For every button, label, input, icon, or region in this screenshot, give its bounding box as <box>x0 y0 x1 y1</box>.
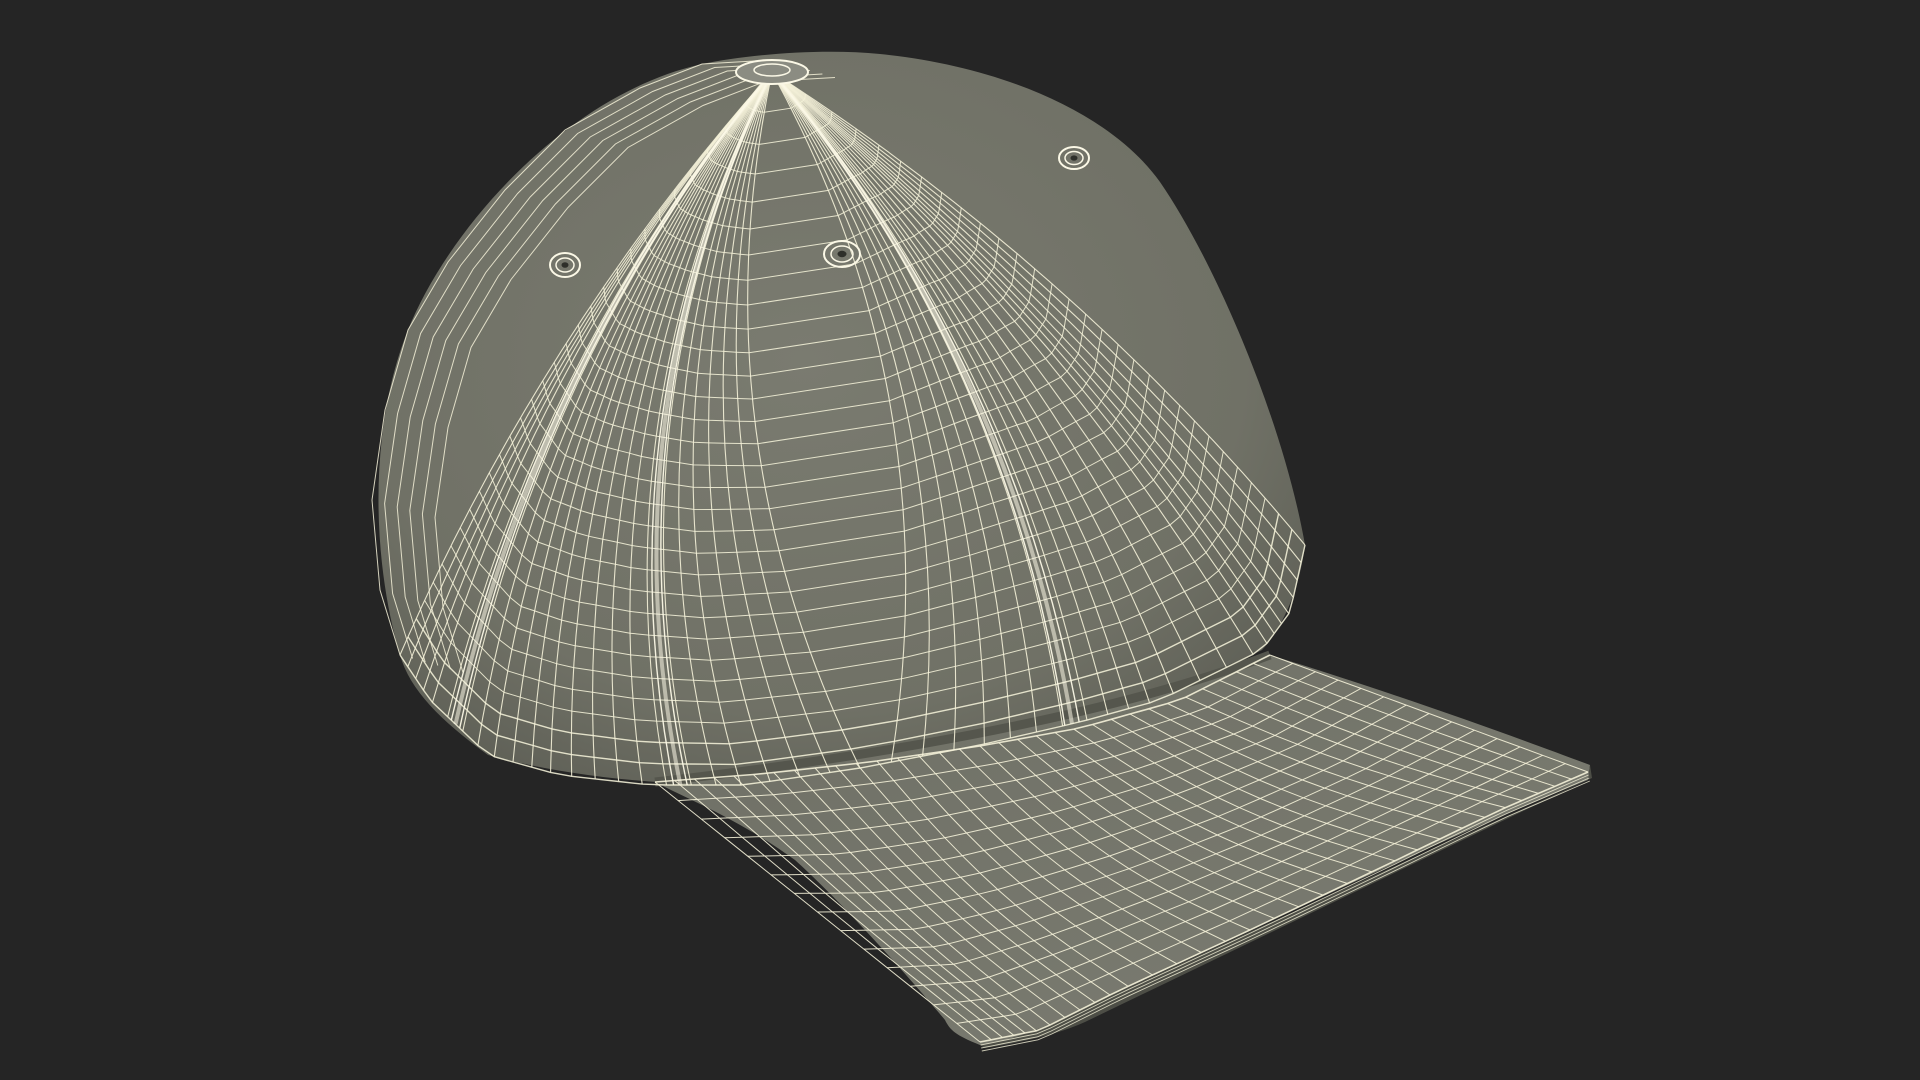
render-viewport <box>0 0 1920 1080</box>
wireframe-render <box>371 51 1592 1052</box>
baseball-cap-model <box>371 51 1592 1052</box>
